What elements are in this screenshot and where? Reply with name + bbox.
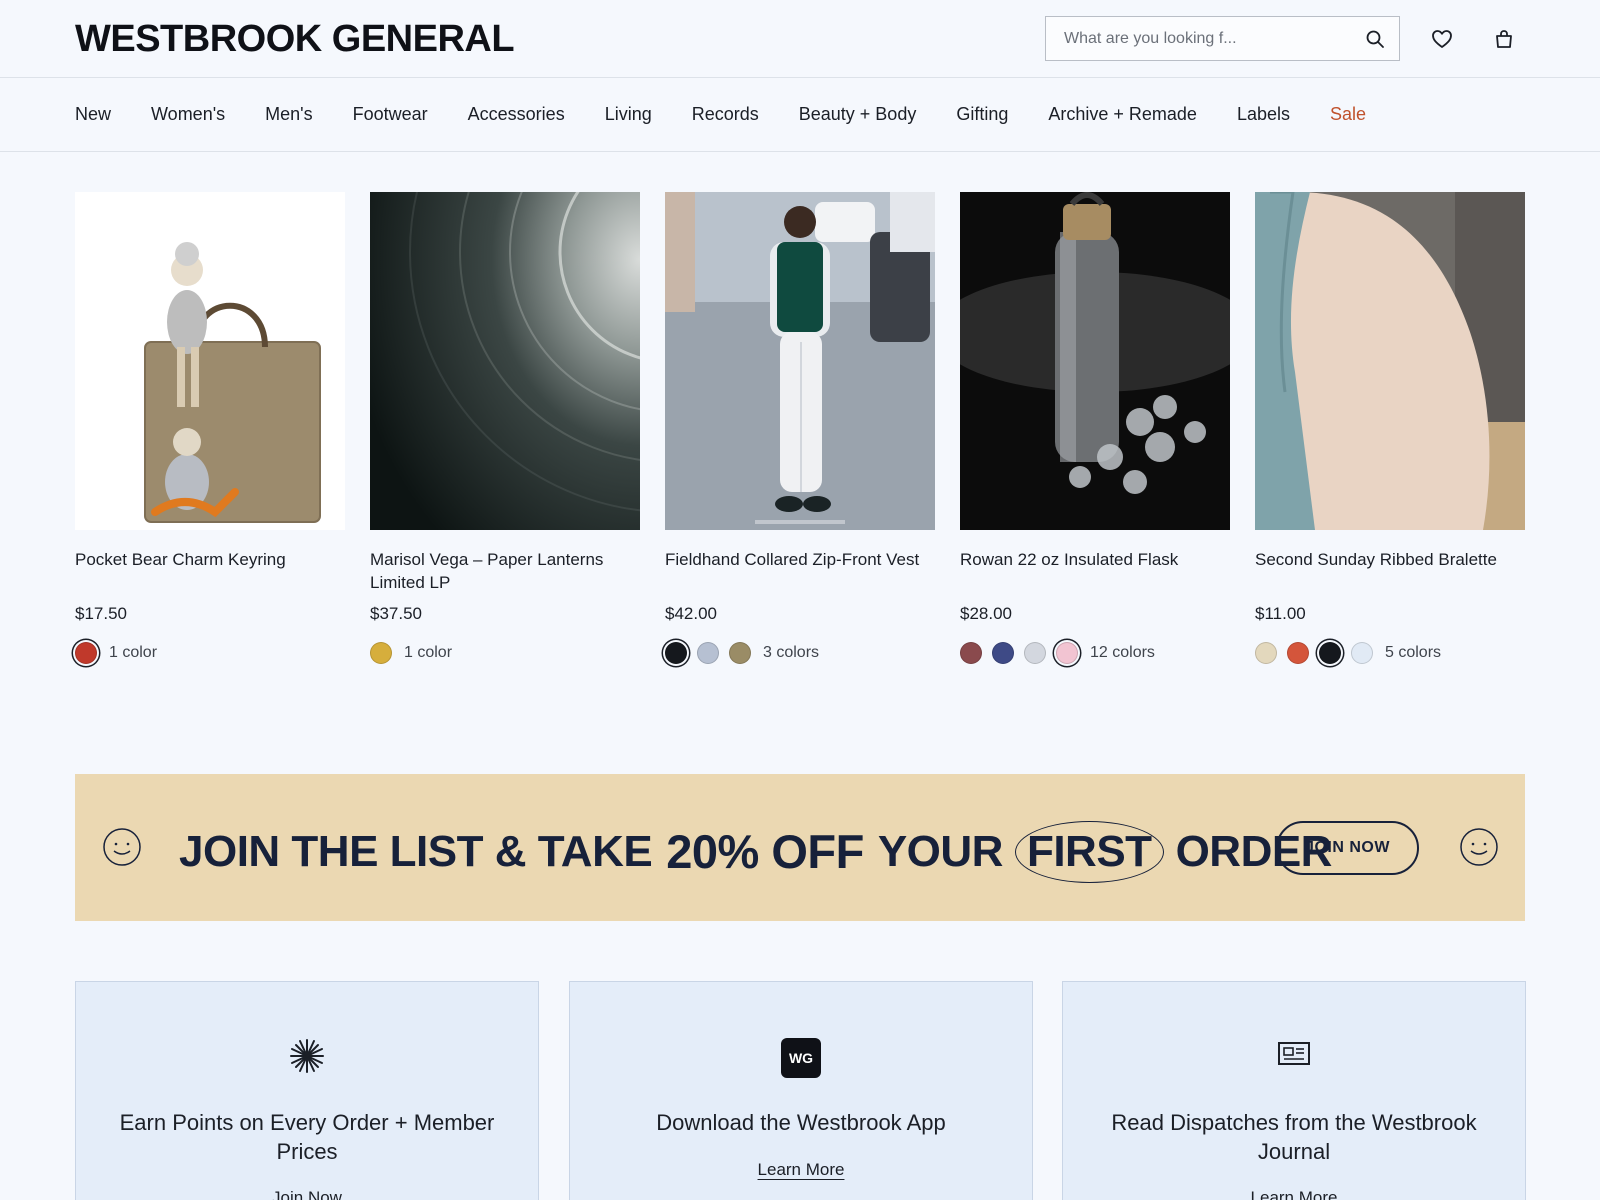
product-name[interactable]: Second Sunday Ribbed Bralette [1255,548,1525,571]
learn-more-link[interactable]: Learn More [570,1160,1032,1180]
join-now-link[interactable]: Join Now [76,1188,538,1200]
color-swatch[interactable] [1255,642,1277,664]
product-name[interactable]: Marisol Vega – Paper Lanterns Limited LP [370,548,640,594]
color-count: 1 color [404,644,453,661]
product-card[interactable]: Rowan 22 oz Insulated Flask $28.00 12 co… [935,192,1255,664]
wg-app-icon: WG [781,1038,821,1078]
search-icon[interactable] [1365,29,1385,49]
promo-headline: JOIN THE LIST & TAKE 20% OFF YOUR FIRST … [179,820,1332,883]
color-swatch[interactable] [1287,642,1309,664]
product-image[interactable] [75,192,345,530]
sparkle-icon [290,1039,324,1073]
promo-discount: 20% OFF [666,825,864,878]
nav-item-records[interactable]: Records [692,104,759,125]
product-card[interactable]: Pocket Bear Charm Keyring $17.50 1 color [75,192,345,664]
feature-card-app: WG Download the Westbrook App Learn More [569,981,1033,1200]
feature-title: Earn Points on Every Order + Member Pric… [119,1110,495,1164]
product-card[interactable]: Second Sunday Ribbed Bralette $11.00 5 c… [1255,190,1525,664]
feature-title: Read Dispatches from the Westbrook Journ… [1111,1110,1477,1164]
learn-more-link[interactable]: Learn More [1063,1188,1525,1200]
nav-item-mens[interactable]: Men's [265,104,312,125]
color-count: 12 colors [1090,644,1155,661]
product-name[interactable]: Pocket Bear Charm Keyring [75,548,345,571]
nav-item-gifting[interactable]: Gifting [956,104,1008,125]
color-swatch[interactable] [1024,642,1046,664]
color-swatch[interactable] [75,642,97,664]
color-swatch[interactable] [992,642,1014,664]
bag-icon[interactable] [1493,28,1515,50]
color-swatches: 12 colors [960,642,1155,664]
product-card[interactable]: Fieldhand Collared Zip-Front Vest $42.00… [665,192,935,664]
product-image[interactable] [1255,190,1525,530]
product-price: $11.00 [1255,604,1306,623]
join-now-button[interactable]: JOIN NOW [1276,821,1419,875]
color-swatches: 1 color [75,642,157,664]
color-swatch[interactable] [697,642,719,664]
site-header: WESTBROOK GENERAL [0,0,1600,78]
color-swatch[interactable] [1056,642,1078,664]
nav-item-new[interactable]: New [75,104,111,125]
nav-item-labels[interactable]: Labels [1237,104,1290,125]
product-image[interactable] [370,0,931,530]
product-price: $28.00 [960,604,1012,623]
nav-item-womens[interactable]: Women's [151,104,225,125]
color-swatches: 3 colors [665,642,819,664]
color-swatch[interactable] [1351,642,1373,664]
product-price: $42.00 [665,604,717,623]
nav-item-accessories[interactable]: Accessories [468,104,565,125]
promo-text-part: JOIN THE LIST & TAKE [179,826,653,876]
nav-item-beauty-body[interactable]: Beauty + Body [799,104,917,125]
color-swatches: 5 colors [1255,642,1441,664]
search-input[interactable] [1046,17,1346,60]
color-swatches: 1 color [370,642,452,664]
product-grid: Pocket Bear Charm Keyring $17.50 1 color [75,0,1525,672]
promo-first-circled: FIRST [1014,820,1164,883]
newsletter-promo-banner: JOIN THE LIST & TAKE 20% OFF YOUR FIRST … [75,774,1525,921]
product-card[interactable]: Marisol Vega – Paper Lanterns Limited LP… [370,0,931,664]
color-count: 3 colors [763,644,820,661]
nav-item-living[interactable]: Living [605,104,652,125]
heart-icon[interactable] [1431,28,1453,50]
site-logo[interactable]: WESTBROOK GENERAL [75,18,515,61]
promo-text-part: YOUR [877,826,1004,876]
product-image[interactable] [665,192,935,530]
color-swatch[interactable] [1319,642,1341,664]
product-name[interactable]: Rowan 22 oz Insulated Flask [960,548,1230,571]
search-box[interactable] [1045,16,1400,61]
nav-item-archive-remade[interactable]: Archive + Remade [1048,104,1197,125]
nav-item-footwear[interactable]: Footwear [353,104,428,125]
newspaper-icon [1278,1042,1310,1065]
color-swatch[interactable] [370,642,392,664]
color-swatch[interactable] [960,642,982,664]
product-price: $37.50 [370,604,422,623]
color-swatch[interactable] [665,642,687,664]
product-image[interactable] [935,192,1255,530]
product-name[interactable]: Fieldhand Collared Zip-Front Vest [665,548,935,571]
feature-title: Download the Westbrook App [656,1110,946,1135]
feature-card-journal: Read Dispatches from the Westbrook Journ… [1062,981,1526,1200]
product-price: $17.50 [75,604,127,623]
smiley-icon [1460,828,1498,866]
color-count: 1 color [109,644,158,661]
feature-card-rewards: Earn Points on Every Order + Member Pric… [75,981,539,1200]
color-swatch[interactable] [729,642,751,664]
smiley-icon [103,828,141,866]
nav-item-sale[interactable]: Sale [1330,104,1366,125]
color-count: 5 colors [1385,644,1442,661]
main-nav: New Women's Men's Footwear Accessories L… [0,78,1600,152]
